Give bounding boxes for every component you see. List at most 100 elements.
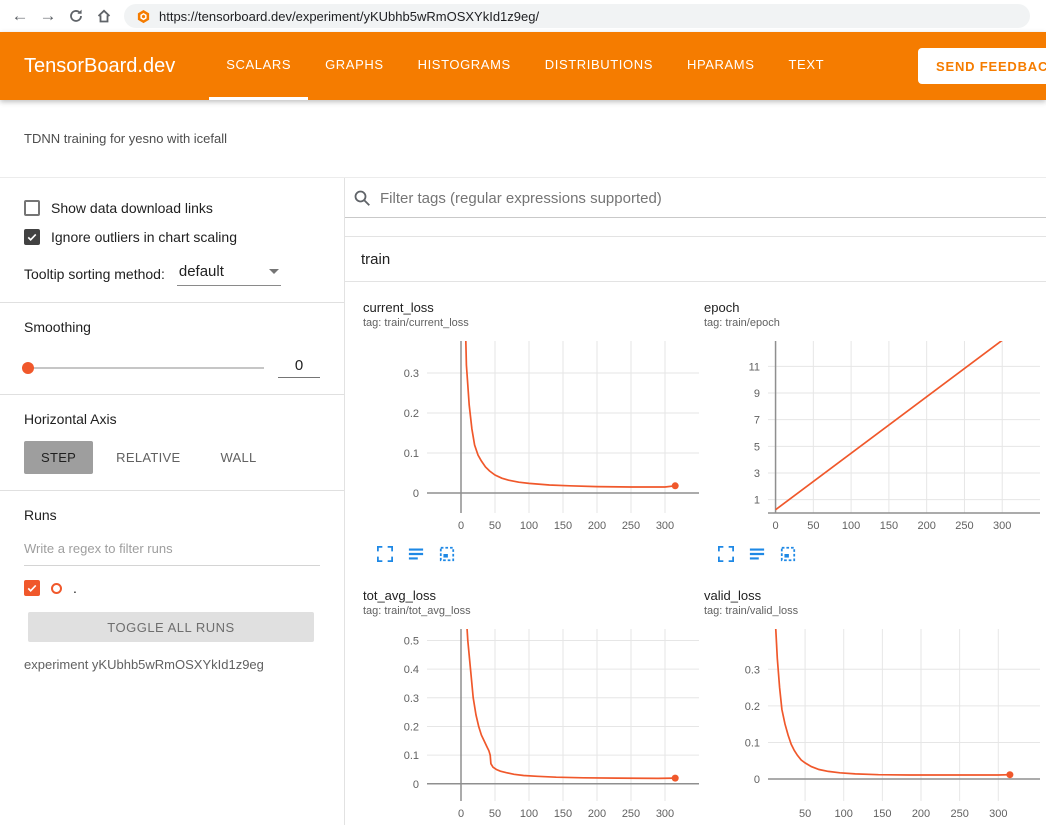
runs-filter-input[interactable] xyxy=(24,535,320,566)
runs-menu-icon[interactable] xyxy=(408,546,424,562)
expand-icon[interactable] xyxy=(718,546,734,562)
chevron-down-icon xyxy=(269,269,279,274)
chart-plot[interactable]: 05010015020025030000.10.20.30.40.5 xyxy=(363,625,699,821)
sidebar-divider xyxy=(0,302,344,303)
axis-step-button[interactable]: STEP xyxy=(24,441,93,474)
expand-icon[interactable] xyxy=(377,546,393,562)
ignore-outliers-checkbox[interactable] xyxy=(24,229,40,245)
tooltip-sorting-value: default xyxy=(179,263,224,280)
app-header: TensorBoard.dev SCALARS GRAPHS HISTOGRAM… xyxy=(0,32,1046,100)
chart-plot[interactable]: 05010015020025030000.10.20.3 xyxy=(363,337,699,533)
chart-card: epochtag: train/epoch0501001502002503001… xyxy=(704,300,1040,562)
svg-text:0: 0 xyxy=(458,808,464,820)
tab-hparams[interactable]: HPARAMS xyxy=(670,32,772,100)
ignore-outliers-label: Ignore outliers in chart scaling xyxy=(51,229,237,245)
tab-histograms[interactable]: HISTOGRAMS xyxy=(401,32,528,100)
chart-plot[interactable]: 5010015020025030000.10.20.3 xyxy=(704,625,1040,821)
svg-text:300: 300 xyxy=(989,808,1007,820)
tab-distributions[interactable]: DISTRIBUTIONS xyxy=(528,32,670,100)
svg-text:200: 200 xyxy=(588,520,606,532)
svg-text:200: 200 xyxy=(912,808,930,820)
svg-text:0.1: 0.1 xyxy=(745,737,760,749)
svg-text:0.2: 0.2 xyxy=(745,701,760,713)
section-header-train[interactable]: train xyxy=(345,237,1046,282)
chart-toolbar xyxy=(704,546,1040,562)
svg-text:3: 3 xyxy=(754,468,760,480)
send-feedback-button[interactable]: SEND FEEDBACK xyxy=(918,48,1046,84)
tab-scalars[interactable]: SCALARS xyxy=(209,32,308,100)
svg-text:100: 100 xyxy=(842,520,860,532)
refresh-icon[interactable] xyxy=(62,2,90,30)
svg-text:0.1: 0.1 xyxy=(404,448,419,460)
svg-text:0: 0 xyxy=(413,779,419,791)
chart-card: valid_losstag: train/valid_loss501001502… xyxy=(704,588,1040,825)
settings-sidebar: Show data download links Ignore outliers… xyxy=(0,178,345,825)
smoothing-value[interactable]: 0 xyxy=(278,357,320,378)
chart-tag: tag: train/current_loss xyxy=(363,317,699,329)
svg-text:50: 50 xyxy=(807,520,819,532)
tab-text[interactable]: TEXT xyxy=(772,32,842,100)
tag-filter-bar xyxy=(345,178,1046,218)
forward-icon[interactable]: → xyxy=(34,2,62,30)
axis-wall-button[interactable]: WALL xyxy=(203,441,273,474)
smoothing-slider-handle[interactable] xyxy=(22,362,34,374)
show-download-links-label: Show data download links xyxy=(51,200,213,216)
tag-filter-input[interactable] xyxy=(380,190,1046,207)
address-bar[interactable]: https://tensorboard.dev/experiment/yKUbh… xyxy=(124,4,1030,28)
show-download-links-checkbox[interactable] xyxy=(24,200,40,216)
svg-text:150: 150 xyxy=(554,808,572,820)
experiment-title: TDNN training for yesno with icefall xyxy=(24,131,227,146)
home-icon[interactable] xyxy=(90,2,118,30)
svg-text:100: 100 xyxy=(520,520,538,532)
svg-text:0: 0 xyxy=(754,774,760,786)
tooltip-sorting-label: Tooltip sorting method: xyxy=(24,266,165,282)
svg-text:250: 250 xyxy=(950,808,968,820)
tensorboard-logo: TensorBoard.dev xyxy=(24,55,175,78)
search-icon xyxy=(353,189,371,207)
svg-text:200: 200 xyxy=(917,520,935,532)
svg-text:50: 50 xyxy=(489,520,501,532)
horizontal-axis-label: Horizontal Axis xyxy=(24,411,320,427)
svg-text:250: 250 xyxy=(622,520,640,532)
svg-text:300: 300 xyxy=(656,808,674,820)
run-name: . xyxy=(73,580,77,596)
svg-text:250: 250 xyxy=(955,520,973,532)
sidebar-divider xyxy=(0,490,344,491)
tooltip-sorting-select[interactable]: default xyxy=(177,261,281,286)
nav-tabs: SCALARS GRAPHS HISTOGRAMS DISTRIBUTIONS … xyxy=(209,32,841,100)
svg-text:0.3: 0.3 xyxy=(404,693,419,705)
charts-grid: current_losstag: train/current_loss05010… xyxy=(345,282,1046,825)
tab-graphs[interactable]: GRAPHS xyxy=(308,32,401,100)
tensorboard-favicon xyxy=(136,9,151,24)
toggle-all-runs-button[interactable]: TOGGLE ALL RUNS xyxy=(28,612,314,642)
svg-text:200: 200 xyxy=(588,808,606,820)
svg-text:50: 50 xyxy=(489,808,501,820)
axis-relative-button[interactable]: RELATIVE xyxy=(99,441,197,474)
runs-menu-icon[interactable] xyxy=(749,546,765,562)
svg-text:0.2: 0.2 xyxy=(404,408,419,420)
svg-text:0.3: 0.3 xyxy=(404,368,419,380)
svg-text:9: 9 xyxy=(754,388,760,400)
fit-domain-icon[interactable] xyxy=(439,546,455,562)
svg-text:300: 300 xyxy=(993,520,1011,532)
chart-tag: tag: train/valid_loss xyxy=(704,605,1040,617)
chart-plot[interactable]: 0501001502002503001357911 xyxy=(704,337,1040,533)
svg-text:0: 0 xyxy=(772,520,778,532)
svg-text:250: 250 xyxy=(622,808,640,820)
fit-domain-icon[interactable] xyxy=(780,546,796,562)
run-list-item[interactable]: . xyxy=(24,580,320,596)
svg-text:7: 7 xyxy=(754,415,760,427)
svg-text:0.4: 0.4 xyxy=(404,664,419,676)
svg-text:0.1: 0.1 xyxy=(404,750,419,762)
svg-text:11: 11 xyxy=(749,361,760,373)
svg-text:0: 0 xyxy=(413,488,419,500)
runs-label: Runs xyxy=(24,507,320,523)
run-checkbox[interactable] xyxy=(24,580,40,596)
url-text: https://tensorboard.dev/experiment/yKUbh… xyxy=(159,9,539,24)
svg-text:100: 100 xyxy=(520,808,538,820)
svg-text:300: 300 xyxy=(656,520,674,532)
svg-text:1: 1 xyxy=(754,495,760,507)
chart-card: current_losstag: train/current_loss05010… xyxy=(363,300,699,562)
smoothing-slider[interactable] xyxy=(24,367,264,369)
back-icon[interactable]: ← xyxy=(6,2,34,30)
